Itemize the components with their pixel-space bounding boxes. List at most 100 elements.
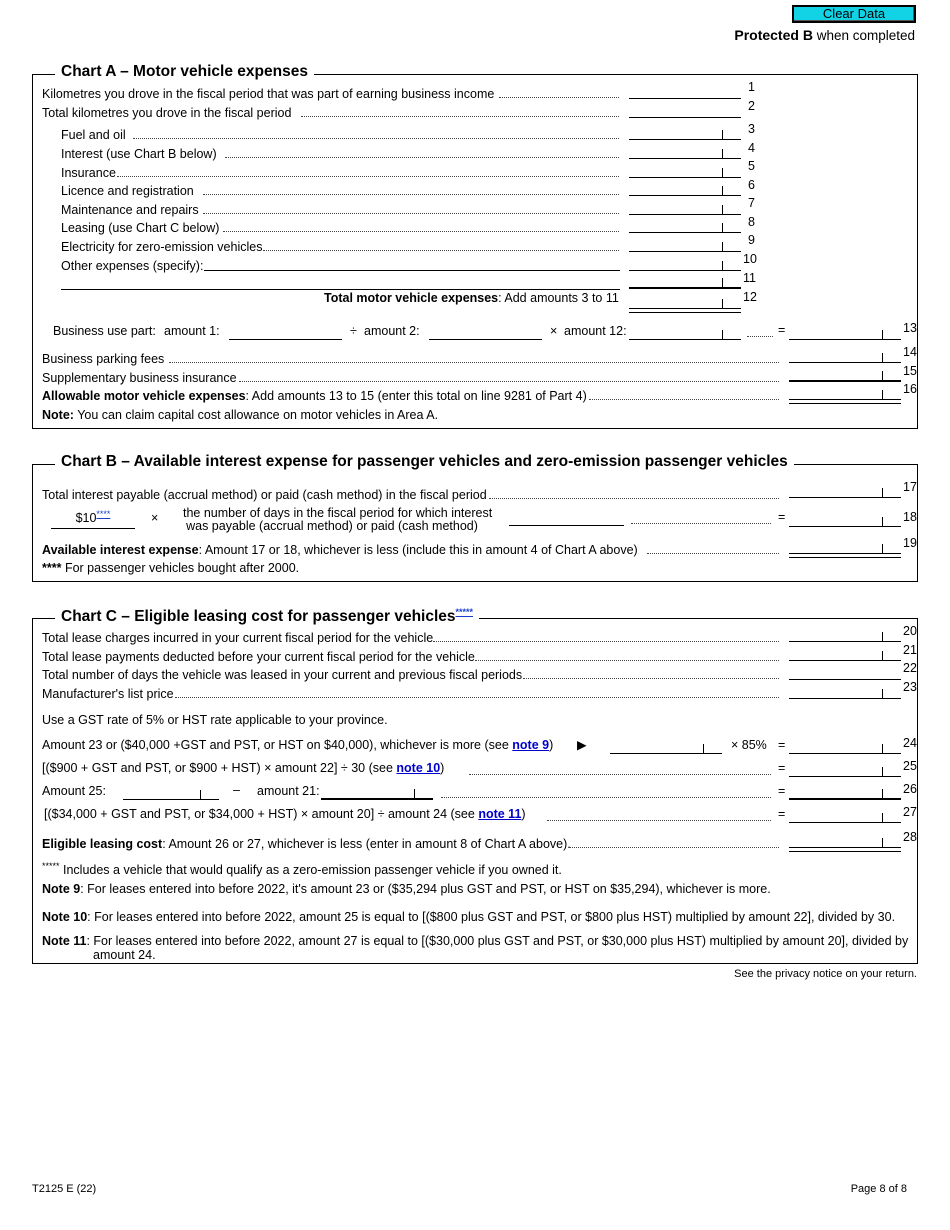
line-24-input[interactable] bbox=[789, 740, 901, 754]
line-10-input[interactable] bbox=[629, 257, 741, 271]
total-label-bold: Total motor vehicle expenses bbox=[324, 291, 499, 305]
line-7-input[interactable] bbox=[629, 201, 741, 215]
line-number: 21 bbox=[903, 643, 917, 657]
note-11: Note 11: For leases entered into before … bbox=[42, 934, 908, 948]
leader-dots bbox=[499, 97, 619, 98]
chart-a-line-8-label: Leasing (use Chart C below) bbox=[61, 221, 220, 235]
other-expenses-specify-input[interactable] bbox=[204, 257, 620, 271]
line-number: 9 bbox=[748, 233, 755, 247]
chart-a-line-4-label: Interest (use Chart B below) bbox=[61, 147, 217, 161]
note-11-link[interactable]: note 11 bbox=[478, 807, 521, 821]
line-number: 5 bbox=[748, 159, 755, 173]
arrow-right-icon: ▶ bbox=[577, 738, 587, 752]
line-13-input[interactable] bbox=[789, 326, 901, 340]
chart-b-footnote: **** For passenger vehicles bought after… bbox=[42, 561, 299, 575]
line-6-input[interactable] bbox=[629, 182, 741, 196]
line-15-input[interactable] bbox=[789, 368, 901, 382]
line-27-text: [($34,000 + GST and PST, or $34,000 + HS… bbox=[44, 807, 479, 821]
chart-a-line-9-label: Electricity for zero-emission vehicles bbox=[61, 240, 263, 254]
line-20-input[interactable] bbox=[789, 628, 901, 642]
leader-dots bbox=[203, 213, 619, 214]
chart-b-title: Chart B – Available interest expense for… bbox=[55, 453, 794, 471]
line-11-input[interactable] bbox=[629, 275, 741, 289]
line-18-input[interactable] bbox=[789, 513, 901, 527]
chart-a-line-14-label: Business parking fees bbox=[42, 352, 165, 366]
title-stars-link[interactable]: ***** bbox=[456, 607, 474, 617]
line-4-input[interactable] bbox=[629, 145, 741, 159]
leader-dots bbox=[223, 231, 619, 232]
leader-dots bbox=[589, 399, 779, 400]
line-number: 1 bbox=[748, 80, 755, 94]
gst-rate-note: Use a GST rate of 5% or HST rate applica… bbox=[42, 713, 388, 727]
chart-c-line-24-label: Amount 23 or ($40,000 +GST and PST, or H… bbox=[42, 738, 553, 752]
allowable-label-bold: Allowable motor vehicle expenses bbox=[42, 389, 246, 403]
leader-dots bbox=[133, 138, 619, 139]
line-number: 14 bbox=[903, 345, 917, 359]
line-25-input[interactable] bbox=[789, 763, 901, 777]
line-24-amount-input[interactable] bbox=[610, 740, 722, 754]
line-9-input[interactable] bbox=[629, 238, 741, 252]
equals-sign: = bbox=[778, 784, 786, 798]
line-16-input[interactable] bbox=[789, 386, 901, 404]
line-number: 20 bbox=[903, 624, 917, 638]
chart-a-line-3-label: Fuel and oil bbox=[61, 128, 126, 142]
line-1-input[interactable] bbox=[629, 85, 741, 99]
line-14-input[interactable] bbox=[789, 349, 901, 363]
line-12-input[interactable] bbox=[629, 295, 741, 313]
footnote-stars: **** bbox=[42, 561, 62, 575]
line-28-input[interactable] bbox=[789, 834, 901, 852]
note-9-link[interactable]: note 9 bbox=[512, 738, 549, 752]
note-label: Note: bbox=[42, 408, 74, 422]
line-22-input[interactable] bbox=[789, 666, 901, 680]
note-9-label: Note 9 bbox=[42, 882, 81, 896]
chart-b-section: Chart B – Available interest expense for… bbox=[32, 453, 918, 582]
line-17-input[interactable] bbox=[789, 484, 901, 498]
line-21-input[interactable] bbox=[789, 647, 901, 661]
line-5-input[interactable] bbox=[629, 164, 741, 178]
eligible-leasing-bold: Eligible leasing cost bbox=[42, 837, 163, 851]
line-8-input[interactable] bbox=[629, 219, 741, 233]
other-expenses-specify-input-2[interactable] bbox=[61, 276, 620, 290]
eligible-leasing-rest: : Amount 26 or 27, whichever is less (en… bbox=[162, 837, 571, 851]
leader-dots bbox=[647, 553, 779, 554]
leader-dots bbox=[569, 847, 779, 848]
per-day-amount-value: $10 bbox=[75, 511, 97, 526]
note-11-label: Note 11 bbox=[42, 934, 87, 948]
footnote-stars-link[interactable]: **** bbox=[96, 509, 110, 519]
line-26-amount-21-input[interactable] bbox=[321, 786, 433, 800]
line-number: 7 bbox=[748, 196, 755, 210]
chart-c-line-23-label: Manufacturer's list price bbox=[42, 687, 174, 701]
leader-dots bbox=[203, 194, 619, 195]
leader-dots bbox=[489, 498, 779, 499]
amount-12-label: amount 12: bbox=[564, 324, 627, 338]
line-3-input[interactable] bbox=[629, 126, 741, 140]
leader-dots bbox=[301, 116, 619, 117]
clear-data-button[interactable]: Clear Data bbox=[792, 5, 916, 23]
leader-dots bbox=[239, 381, 779, 382]
multiply-85-percent: × 85% bbox=[731, 738, 767, 752]
line-18-days-input[interactable] bbox=[509, 512, 624, 526]
business-use-amount-12-input[interactable] bbox=[629, 326, 741, 340]
line-number: 22 bbox=[903, 661, 917, 675]
line-number: 24 bbox=[903, 736, 917, 750]
days-description: the number of days in the fiscal period … bbox=[183, 507, 492, 533]
leader-dots bbox=[175, 697, 779, 698]
line-19-input[interactable] bbox=[789, 540, 901, 558]
line-26-amount-25-input[interactable] bbox=[123, 786, 219, 800]
line-2-input[interactable] bbox=[629, 104, 741, 118]
business-use-amount-2-input[interactable] bbox=[429, 326, 542, 340]
business-use-amount-1-input[interactable] bbox=[229, 326, 342, 340]
note-10-link[interactable]: note 10 bbox=[396, 761, 440, 775]
chart-a-line-15-label: Supplementary business insurance bbox=[42, 371, 237, 385]
line-number: 28 bbox=[903, 830, 917, 844]
leader-dots bbox=[547, 820, 771, 821]
line-number: 6 bbox=[748, 178, 755, 192]
total-label-rest: : Add amounts 3 to 11 bbox=[498, 291, 619, 305]
line-27-input[interactable] bbox=[789, 809, 901, 823]
line-number: 18 bbox=[903, 510, 917, 524]
chart-a-line-2-label: Total kilometres you drove in the fiscal… bbox=[42, 106, 292, 120]
chart-c-line-22-label: Total number of days the vehicle was lea… bbox=[42, 668, 523, 682]
line-26-input[interactable] bbox=[789, 786, 901, 800]
line-23-input[interactable] bbox=[789, 685, 901, 699]
chart-a-line-6-label: Licence and registration bbox=[61, 184, 194, 198]
